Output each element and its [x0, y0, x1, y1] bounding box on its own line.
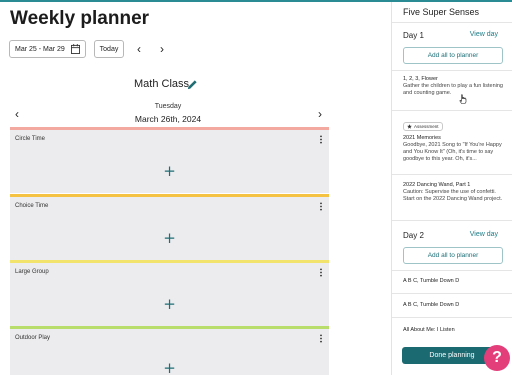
date-range-picker[interactable]: Mar 25 - Mar 29: [9, 40, 86, 58]
today-button[interactable]: Today: [94, 40, 124, 58]
slot-label: Large Group: [15, 269, 49, 275]
kebab-menu-icon[interactable]: [319, 334, 323, 343]
day1-view-day-link[interactable]: View day: [470, 31, 498, 38]
day2-view-day-link[interactable]: View day: [470, 231, 498, 238]
activity-title: All About Me: I Listen: [403, 327, 455, 333]
divider: [392, 174, 512, 175]
divider: [392, 317, 512, 318]
chevron-right-icon[interactable]: ›: [157, 42, 167, 56]
add-activity-plus-icon[interactable]: +: [10, 162, 329, 180]
divider: [392, 110, 512, 111]
slot-label: Choice Time: [15, 203, 49, 209]
day1-label: Day 1: [403, 31, 424, 40]
day1-add-all-button[interactable]: Add all to planner: [403, 47, 503, 64]
slot-label: Circle Time: [15, 136, 46, 142]
star-icon: [407, 124, 412, 129]
page-title: Weekly planner: [10, 8, 150, 29]
day-date: March 26th, 2024: [134, 114, 202, 124]
planner-slot-choice-time: Choice Time +: [10, 194, 329, 260]
divider: [392, 220, 512, 221]
activity-title: A B C, Tumble Down D: [403, 278, 460, 284]
day2-label: Day 2: [403, 231, 424, 240]
add-activity-plus-icon[interactable]: +: [10, 359, 329, 375]
panel-title: Five Super Senses: [403, 7, 480, 17]
activity-title: 1, 2, 3, Flower: [403, 76, 438, 82]
add-activity-plus-icon[interactable]: +: [10, 229, 329, 247]
activity-description: Caution: Supervise the use of confetti. …: [403, 189, 503, 202]
activity-description: Gather the children to play a fun listen…: [403, 83, 503, 96]
activity-title: 2021 Memories: [403, 135, 441, 141]
divider: [392, 293, 512, 294]
activity-card[interactable]: A B C, Tumble Down D: [403, 302, 503, 309]
planner-slot-circle-time: Circle Time +: [10, 127, 329, 193]
divider: [392, 270, 512, 271]
planner-slot-large-group: Large Group +: [10, 260, 329, 326]
badge-label: Assessment: [414, 124, 439, 129]
slot-label: Outdoor Play: [15, 335, 51, 341]
activity-card[interactable]: Assessment 2021 Memories Goodbye, 2021 S…: [403, 116, 503, 163]
kebab-menu-icon[interactable]: [319, 135, 323, 144]
day-name: Tuesday: [154, 103, 182, 110]
add-activity-plus-icon[interactable]: +: [10, 295, 329, 313]
activity-description: Goodbye, 2021 Song to "If You're Happy a…: [403, 142, 502, 162]
theme-panel: Five Super Senses Day 1 View day Add all…: [391, 2, 512, 375]
kebab-menu-icon[interactable]: [319, 268, 323, 277]
activity-card[interactable]: 1, 2, 3, Flower Gather the children to p…: [403, 76, 503, 97]
kebab-menu-icon[interactable]: [319, 202, 323, 211]
divider: [392, 22, 512, 23]
divider: [392, 70, 512, 71]
activity-title: A B C, Tumble Down D: [403, 302, 460, 308]
activity-title: 2022 Dancing Wand, Part 1: [403, 182, 471, 188]
activity-card[interactable]: A B C, Tumble Down D: [403, 278, 503, 285]
hand-cursor-icon: [459, 94, 467, 104]
chevron-left-icon[interactable]: ‹: [134, 42, 144, 56]
activity-card[interactable]: All About Me: I Listen: [403, 327, 503, 334]
activity-card[interactable]: 2022 Dancing Wand, Part 1 Caution: Super…: [403, 182, 503, 203]
day2-add-all-button[interactable]: Add all to planner: [403, 247, 503, 264]
help-icon[interactable]: ?: [484, 345, 510, 371]
date-range-text: Mar 25 - Mar 29: [15, 45, 65, 53]
calendar-icon: [71, 44, 80, 54]
planner-slot-outdoor-play: Outdoor Play +: [10, 326, 329, 375]
class-title: Math Class: [134, 78, 190, 90]
pencil-icon[interactable]: [187, 79, 198, 90]
assessment-badge: Assessment: [403, 122, 443, 131]
